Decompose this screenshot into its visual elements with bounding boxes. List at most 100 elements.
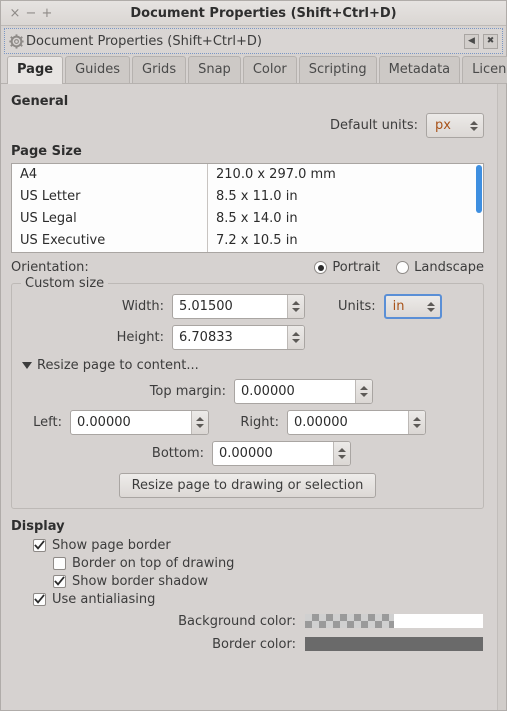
width-input[interactable]: 5.01500 xyxy=(172,294,305,319)
width-stepper-icon[interactable] xyxy=(287,295,304,318)
right-margin-value: 0.00000 xyxy=(294,415,348,430)
document-properties-window: × − + Document Properties (Shift+Ctrl+D)… xyxy=(0,0,507,711)
tab-strip: Page Guides Grids Snap Color Scripting M… xyxy=(1,54,507,84)
resize-page-to-content-expander[interactable]: Resize page to content... xyxy=(22,358,199,373)
top-margin-stepper-icon[interactable] xyxy=(355,380,372,403)
checkbox-show-border-shadow[interactable]: Show border shadow xyxy=(53,574,484,589)
transparency-checker-icon xyxy=(305,614,394,628)
left-margin-value: 0.00000 xyxy=(77,415,131,430)
checkbox-checked-icon xyxy=(33,539,46,552)
list-item[interactable]: US Letter xyxy=(12,186,207,208)
custom-size-legend: Custom size xyxy=(21,276,109,291)
default-units-label: Default units: xyxy=(330,118,418,133)
page-size-list-scrollbar[interactable] xyxy=(475,164,483,252)
radio-selected-icon xyxy=(314,261,328,274)
list-item-dimension[interactable]: 8.5 x 14.0 in xyxy=(208,208,483,230)
height-label: Height: xyxy=(116,330,164,345)
window-close-icon[interactable]: × xyxy=(7,5,23,21)
units-label: Units: xyxy=(338,299,376,314)
spinner-arrows-icon xyxy=(468,120,479,131)
scrollbar-thumb[interactable] xyxy=(476,165,482,213)
right-margin-input[interactable]: 0.00000 xyxy=(287,410,426,435)
resize-page-to-content-label: Resize page to content... xyxy=(37,358,199,373)
units-combo[interactable]: in xyxy=(383,294,442,319)
checkbox-checked-icon xyxy=(53,575,66,588)
orientation-label: Orientation: xyxy=(11,260,89,275)
checkbox-border-on-top-of-drawing[interactable]: Border on top of drawing xyxy=(53,556,484,571)
default-units-value: px xyxy=(435,118,451,133)
checkbox-unchecked-icon xyxy=(53,557,66,570)
triangle-down-icon xyxy=(22,362,32,369)
display-heading: Display xyxy=(11,519,65,534)
units-value: in xyxy=(392,299,405,314)
border-color-label: Border color: xyxy=(212,636,296,652)
border-color-solid xyxy=(305,637,483,651)
spinner-arrows-icon xyxy=(426,301,437,312)
background-color-swatch[interactable] xyxy=(304,613,484,629)
show-page-border-label: Show page border xyxy=(52,538,171,553)
resize-page-to-drawing-button[interactable]: Resize page to drawing or selection xyxy=(118,473,377,498)
window-maximize-icon[interactable]: + xyxy=(39,5,55,21)
top-margin-label: Top margin: xyxy=(149,384,226,399)
list-item[interactable]: A4 xyxy=(12,164,207,186)
bottom-margin-value: 0.00000 xyxy=(219,446,273,461)
border-on-top-label: Border on top of drawing xyxy=(72,556,235,571)
bottom-margin-input[interactable]: 0.00000 xyxy=(212,441,351,466)
background-color-solid xyxy=(394,614,483,628)
page-tab-content: General Default units: px Page Size A4 U… xyxy=(1,84,506,710)
dialog-close-icon[interactable]: ✖ xyxy=(483,33,498,49)
general-heading: General xyxy=(11,94,69,109)
left-margin-stepper-icon[interactable] xyxy=(191,411,208,434)
list-item[interactable]: US Legal xyxy=(12,208,207,230)
radio-landscape[interactable]: Landscape xyxy=(396,260,484,275)
page-size-dimension-column: 210.0 x 297.0 mm 8.5 x 11.0 in 8.5 x 14.… xyxy=(208,164,483,252)
tab-metadata[interactable]: Metadata xyxy=(378,56,461,83)
width-label: Width: xyxy=(121,299,164,314)
window-titlebar: × − + Document Properties (Shift+Ctrl+D) xyxy=(1,1,506,26)
list-item-dimension[interactable]: 7.2 x 10.5 in xyxy=(208,230,483,252)
checkbox-checked-icon xyxy=(33,593,46,606)
top-margin-value: 0.00000 xyxy=(241,384,295,399)
checkbox-use-antialiasing[interactable]: Use antialiasing xyxy=(33,592,484,607)
custom-size-fieldset: Custom size Width: 5.01500 Units: in Hei… xyxy=(11,276,484,509)
default-units-combo[interactable]: px xyxy=(426,113,484,138)
bottom-margin-stepper-icon[interactable] xyxy=(333,442,350,465)
radio-unselected-icon xyxy=(396,261,410,274)
right-margin-label: Right: xyxy=(240,415,279,430)
height-input[interactable]: 6.70833 xyxy=(172,325,305,350)
tab-guides[interactable]: Guides xyxy=(65,56,131,83)
height-stepper-icon[interactable] xyxy=(287,326,304,349)
list-item-dimension[interactable]: 8.5 x 11.0 in xyxy=(208,186,483,208)
top-margin-input[interactable]: 0.00000 xyxy=(234,379,373,404)
tab-scripting[interactable]: Scripting xyxy=(298,56,377,83)
tab-page[interactable]: Page xyxy=(7,56,64,84)
radio-landscape-label: Landscape xyxy=(414,260,484,275)
list-item-dimension[interactable]: 210.0 x 297.0 mm xyxy=(208,164,483,186)
right-margin-stepper-icon[interactable] xyxy=(408,411,425,434)
window-title: Document Properties (Shift+Ctrl+D) xyxy=(130,5,397,21)
radio-portrait[interactable]: Portrait xyxy=(314,260,380,275)
background-color-label: Background color: xyxy=(178,613,296,629)
panel-scrollbar[interactable] xyxy=(497,84,506,710)
height-value: 6.70833 xyxy=(179,330,233,345)
dialog-title: Document Properties (Shift+Ctrl+D) xyxy=(26,33,262,49)
bottom-margin-label: Bottom: xyxy=(151,446,204,461)
page-size-list[interactable]: A4 US Letter US Legal US Executive 210.0… xyxy=(11,163,484,253)
page-size-name-column: A4 US Letter US Legal US Executive xyxy=(12,164,208,252)
dialog-header: Document Properties (Shift+Ctrl+D) ◀ ✖ xyxy=(4,28,503,54)
tab-color[interactable]: Color xyxy=(242,56,297,83)
show-border-shadow-label: Show border shadow xyxy=(72,574,209,589)
width-value: 5.01500 xyxy=(179,299,233,314)
left-margin-input[interactable]: 0.00000 xyxy=(70,410,209,435)
use-antialiasing-label: Use antialiasing xyxy=(52,592,156,607)
left-margin-label: Left: xyxy=(33,415,62,430)
radio-portrait-label: Portrait xyxy=(332,260,381,275)
dialog-dock-icon[interactable]: ◀ xyxy=(464,33,479,49)
list-item[interactable]: US Executive xyxy=(12,230,207,252)
border-color-swatch[interactable] xyxy=(304,636,484,652)
tab-license[interactable]: License xyxy=(462,56,507,83)
window-minimize-icon[interactable]: − xyxy=(23,5,39,21)
checkbox-show-page-border[interactable]: Show page border xyxy=(33,538,484,553)
tab-snap[interactable]: Snap xyxy=(188,56,241,83)
tab-grids[interactable]: Grids xyxy=(132,56,187,83)
